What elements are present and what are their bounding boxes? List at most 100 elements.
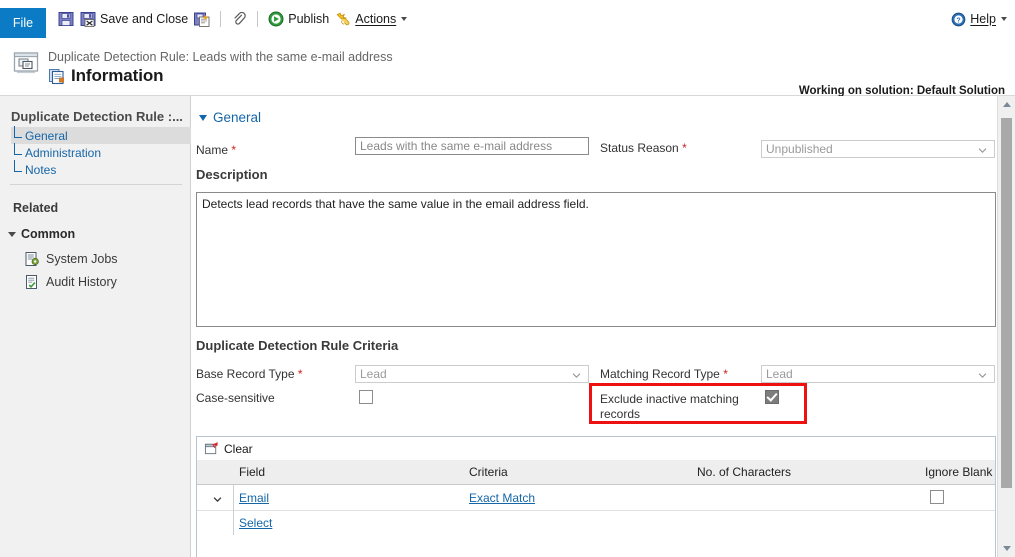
table-row[interactable]: Email Exact Match <box>197 485 995 511</box>
description-label: Description <box>196 167 268 182</box>
nav-header-title: Duplicate Detection Rule :... <box>11 109 183 124</box>
exclude-inactive-checkbox[interactable] <box>765 390 779 404</box>
actions-label: Actions <box>355 12 397 26</box>
ribbon-toolbar: File Save and Close Publish Actions ? He… <box>0 0 1015 39</box>
actions-button[interactable]: Actions <box>332 0 410 38</box>
sidebar-item-notes[interactable]: Notes <box>11 160 190 178</box>
publish-icon <box>268 11 284 27</box>
ribbon-button-group: Save and Close Publish Actions <box>55 0 410 38</box>
name-label: Name * <box>196 143 236 158</box>
attach-button[interactable] <box>228 0 250 38</box>
criteria-grid: Clear Field Criteria No. of Characters I… <box>196 436 996 557</box>
scroll-down-button[interactable] <box>998 540 1015 557</box>
column-header-field[interactable]: Field <box>239 460 265 484</box>
name-input[interactable]: Leads with the same e-mail address <box>355 137 589 155</box>
cell-field: Select <box>239 510 272 535</box>
cell-field: Email <box>239 485 269 510</box>
related-group-common-label: Common <box>21 227 76 241</box>
chevron-down-icon <box>978 144 987 153</box>
form-title-group: Information <box>48 66 164 86</box>
name-label-text: Name <box>196 143 229 157</box>
tree-elbow-icon-3 <box>14 160 22 172</box>
chevron-down-icon <box>572 369 581 378</box>
audit-history-icon <box>24 274 40 290</box>
save-and-close-button[interactable]: Save and Close <box>77 0 191 38</box>
scrollbar-thumb[interactable] <box>1001 118 1012 488</box>
sidebar-item-general[interactable]: General <box>11 126 196 144</box>
general-section-header[interactable]: General <box>199 110 261 125</box>
case-sensitive-checkbox[interactable] <box>359 390 373 404</box>
column-header-criteria[interactable]: Criteria <box>469 460 508 484</box>
grid-toolbar: Clear <box>197 437 995 461</box>
matching-record-type-label: Matching Record Type * <box>600 367 728 382</box>
related-section-label: Related <box>13 201 59 215</box>
vertical-scrollbar[interactable] <box>997 96 1015 557</box>
field-link[interactable]: Email <box>239 491 269 505</box>
matching-record-type-label-text: Matching Record Type <box>600 367 720 381</box>
sidebar-item-notes-label: Notes <box>25 162 57 177</box>
sidebar-item-system-jobs[interactable]: System Jobs <box>24 251 118 267</box>
status-reason-dropdown[interactable]: Unpublished <box>761 140 995 158</box>
sidebar-item-audit-history-label: Audit History <box>46 275 117 289</box>
clear-label: Clear <box>224 441 253 456</box>
record-subtitle: Duplicate Detection Rule: Leads with the… <box>48 50 393 64</box>
save-as-new-icon <box>194 11 210 27</box>
file-tab-label: File <box>12 16 34 30</box>
description-value: Detects lead records that have the same … <box>202 197 589 211</box>
file-tab[interactable]: File <box>0 8 46 38</box>
status-reason-required-marker: * <box>682 141 687 155</box>
sidebar-item-general-label: General <box>25 128 68 143</box>
record-title-band: Duplicate Detection Rule: Leads with the… <box>0 38 1015 97</box>
name-required-marker: * <box>231 143 237 157</box>
name-input-value: Leads with the same e-mail address <box>360 139 553 153</box>
tree-elbow-icon <box>14 126 22 138</box>
related-group-common[interactable]: Common <box>8 227 75 241</box>
help-icon: ? <box>951 12 966 27</box>
row-divider <box>233 485 234 510</box>
save-button[interactable] <box>55 0 77 38</box>
attach-icon <box>231 11 247 27</box>
status-reason-label-text: Status Reason <box>600 141 679 155</box>
sidebar-item-audit-history[interactable]: Audit History <box>24 274 117 290</box>
table-row[interactable]: Select <box>197 510 995 535</box>
information-form-icon <box>48 68 65 85</box>
description-textarea[interactable]: Detects lead records that have the same … <box>196 192 996 327</box>
save-and-close-icon <box>80 11 96 27</box>
arrow-up-icon <box>1002 102 1011 107</box>
clear-button[interactable]: Clear <box>200 438 259 460</box>
criteria-link[interactable]: Exact Match <box>469 491 535 505</box>
save-as-new-button[interactable] <box>191 0 213 38</box>
publish-button[interactable]: Publish <box>265 0 332 38</box>
save-icon <box>58 11 74 27</box>
select-field-link[interactable]: Select <box>239 516 272 530</box>
case-sensitive-label: Case-sensitive <box>196 391 275 405</box>
general-section-label: General <box>213 110 262 125</box>
nav-divider <box>10 184 182 185</box>
criteria-section-label: Duplicate Detection Rule Criteria <box>196 338 399 353</box>
svg-text:?: ? <box>957 17 961 24</box>
row-expand-chevron-icon[interactable] <box>213 493 222 503</box>
column-header-no-of-characters[interactable]: No. of Characters <box>697 460 791 484</box>
chevron-down-icon <box>978 369 987 378</box>
save-and-close-label: Save and Close <box>100 12 189 26</box>
duplicate-detection-rule-icon <box>12 49 40 77</box>
matching-record-type-value: Lead <box>766 367 793 381</box>
scroll-up-button[interactable] <box>998 96 1015 113</box>
column-header-ignore-blank[interactable]: Ignore Blank <box>925 460 992 484</box>
sidebar-item-administration-label: Administration <box>25 145 102 160</box>
sidebar-item-administration[interactable]: Administration <box>11 143 190 161</box>
row-divider <box>233 510 234 535</box>
ignore-blank-checkbox[interactable] <box>930 490 944 504</box>
tree-elbow-icon-2 <box>14 143 22 155</box>
exclude-inactive-label: Exclude inactive matching records <box>600 392 739 421</box>
base-record-type-required-marker: * <box>297 367 303 381</box>
help-chevron-down-icon <box>1001 17 1007 21</box>
base-record-type-dropdown[interactable]: Lead <box>355 365 589 383</box>
form-navigation-tree: General Administration Notes <box>11 126 196 178</box>
matching-record-type-dropdown[interactable]: Lead <box>761 365 995 383</box>
arrow-down-icon <box>1002 546 1011 551</box>
toolbar-separator <box>220 11 222 27</box>
matching-record-type-required-marker: * <box>723 367 728 381</box>
help-button[interactable]: ? Help <box>951 0 1007 38</box>
system-jobs-icon <box>24 251 40 267</box>
